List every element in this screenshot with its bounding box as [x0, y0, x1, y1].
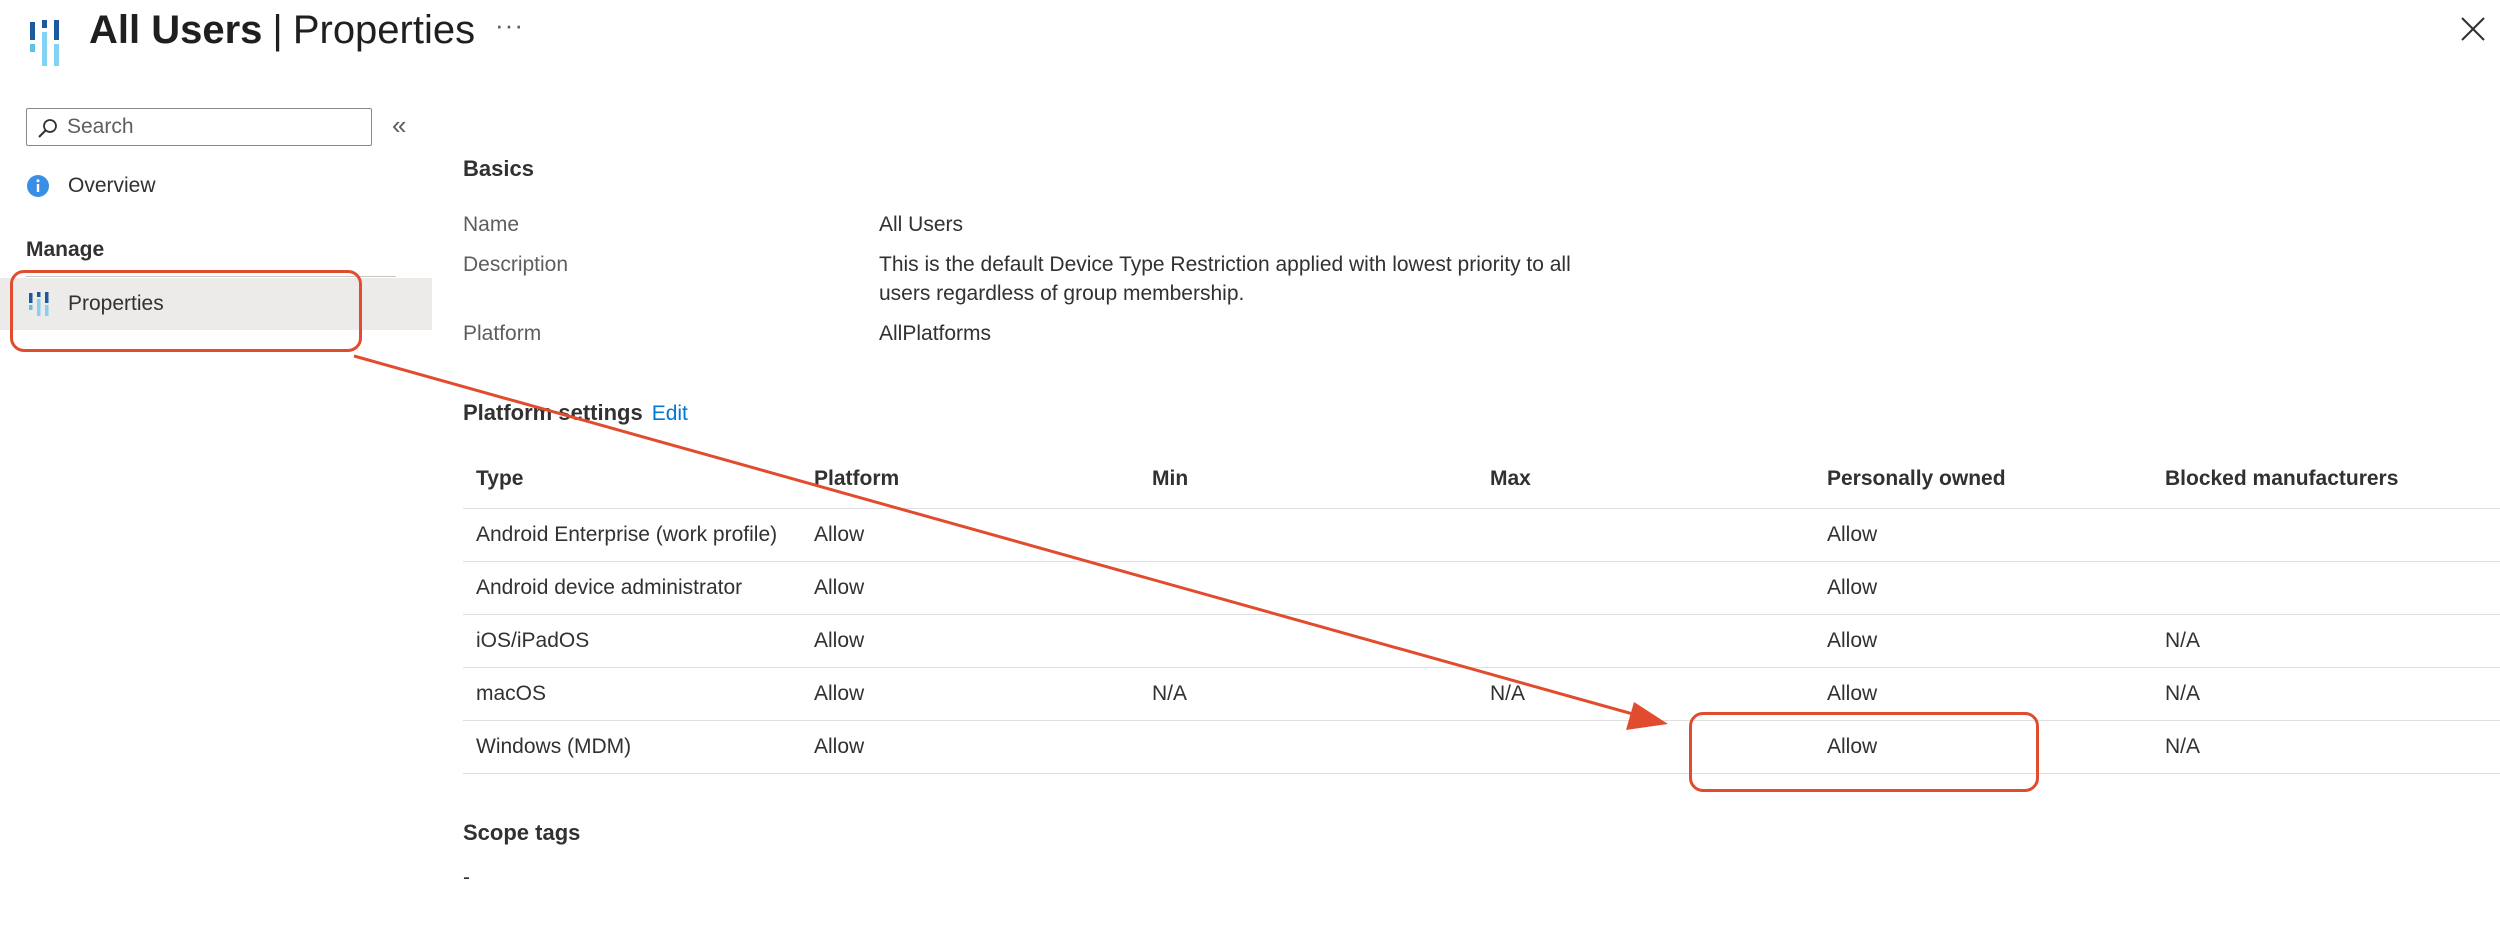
table-cell — [1477, 720, 1814, 774]
table-cell: Allow — [801, 720, 1139, 774]
table-cell: Allow — [801, 667, 1139, 721]
scope-tags-heading: Scope tags — [463, 820, 581, 845]
column-header: Type — [463, 450, 801, 509]
platform-settings-table: Type Platform Min Max Personally owned B… — [463, 450, 2500, 774]
table-cell: Windows (MDM) — [463, 720, 801, 774]
table-row: iOS/iPadOS Allow Allow N/A — [463, 614, 2500, 668]
sidebar-item-properties[interactable]: Properties — [0, 278, 432, 330]
table-cell: N/A — [2152, 667, 2500, 721]
table-row: Android Enterprise (work profile) Allow … — [463, 508, 2500, 562]
table-row: Windows (MDM) Allow Allow N/A — [463, 720, 2500, 774]
property-value: All Users — [879, 213, 964, 236]
page-title-separator: | — [272, 8, 283, 52]
property-label: Name — [463, 213, 520, 236]
sidebar-item-label: Overview — [68, 174, 156, 197]
table-cell: Android Enterprise (work profile) — [463, 508, 801, 562]
table-cell — [2152, 508, 2500, 562]
scope-tags-value: - — [463, 866, 470, 889]
table-cell — [1139, 561, 1477, 615]
table-row: macOS Allow N/A N/A Allow N/A — [463, 667, 2500, 721]
more-options-icon[interactable]: ··· — [495, 10, 524, 41]
property-label: Platform — [463, 322, 542, 345]
table-cell: N/A — [2152, 720, 2500, 774]
column-header: Min — [1139, 450, 1477, 509]
edit-link[interactable]: Edit — [652, 402, 688, 426]
table-cell: Allow — [1814, 508, 2152, 562]
column-header: Max — [1477, 450, 1814, 509]
table-header-row: Type Platform Min Max Personally owned B… — [463, 450, 2500, 509]
search-icon — [38, 119, 57, 138]
page-title-main: All Users — [89, 8, 263, 52]
table-cell: Allow — [1814, 614, 2152, 668]
property-value: AllPlatforms — [879, 322, 992, 345]
property-value-line1: This is the default Device Type Restrict… — [879, 253, 1571, 276]
column-header: Personally owned — [1814, 450, 2152, 509]
table-cell — [1139, 508, 1477, 562]
sidebar-divider — [26, 276, 396, 277]
search-input[interactable] — [67, 112, 357, 142]
sidebar-item-overview[interactable]: Overview — [26, 166, 426, 206]
table-cell: Android device administrator — [463, 561, 801, 615]
table-cell: Allow — [801, 561, 1139, 615]
column-header: Platform — [801, 450, 1139, 509]
page-title: All Users | Properties — [89, 4, 475, 56]
table-cell — [2152, 561, 2500, 615]
search-box[interactable] — [26, 108, 372, 146]
table-cell: Allow — [801, 508, 1139, 562]
table-cell — [1139, 720, 1477, 774]
table-cell: N/A — [1139, 667, 1477, 721]
table-cell: Allow — [1814, 720, 2152, 774]
table-row: Android device administrator Allow Allow — [463, 561, 2500, 615]
properties-icon — [29, 292, 49, 316]
table-cell: iOS/iPadOS — [463, 614, 801, 668]
sidebar-section-manage: Manage — [26, 238, 105, 261]
table-cell: N/A — [1477, 667, 1814, 721]
info-icon — [27, 175, 49, 197]
table-cell: Allow — [801, 614, 1139, 668]
table-cell — [1477, 508, 1814, 562]
table-cell: Allow — [1814, 561, 2152, 615]
table-cell — [1139, 614, 1477, 668]
property-label: Description — [463, 253, 569, 276]
close-icon[interactable] — [2458, 14, 2488, 44]
table-cell — [1477, 561, 1814, 615]
platform-settings-title: Platform settings — [463, 400, 643, 425]
platform-settings-heading: Platform settings Edit — [463, 400, 688, 426]
properties-app-icon — [30, 20, 59, 66]
table-cell — [1477, 614, 1814, 668]
table-cell: Allow — [1814, 667, 2152, 721]
collapse-sidebar-icon[interactable]: « — [392, 110, 406, 140]
page-title-sub: Properties — [292, 8, 476, 52]
page-header: All Users | Properties ··· — [0, 0, 2500, 80]
table-cell: N/A — [2152, 614, 2500, 668]
sidebar-item-label: Properties — [68, 292, 164, 315]
basics-heading: Basics — [463, 156, 534, 181]
sidebar: « Overview Manage Properties — [0, 90, 432, 934]
table-cell: macOS — [463, 667, 801, 721]
property-value-line2: users regardless of group membership. — [879, 282, 1245, 305]
column-header: Blocked manufacturers — [2152, 450, 2500, 509]
